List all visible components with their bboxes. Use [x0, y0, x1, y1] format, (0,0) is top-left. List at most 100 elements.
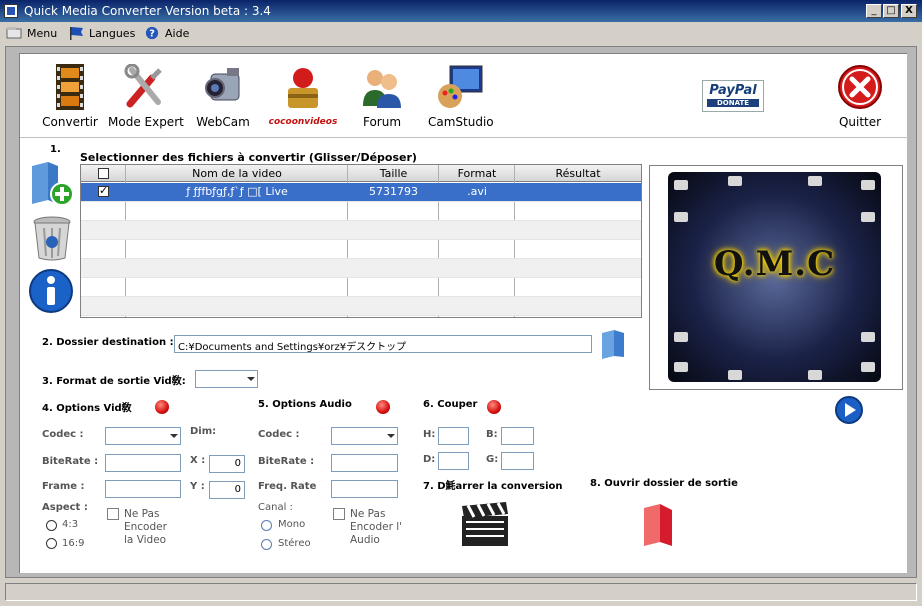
no-encode-video-checkbox[interactable]	[107, 508, 119, 520]
webcam-button[interactable]: WebCam	[192, 64, 254, 129]
cut-d-label: D:	[423, 454, 436, 465]
audio-options-label: 5. Options Audio	[258, 399, 352, 410]
canal-label: Canal :	[258, 502, 293, 513]
column-header-name: Nom de la video	[192, 167, 282, 180]
cut-toggle[interactable]	[487, 400, 501, 414]
no-encode-video-line2: Encoder	[124, 521, 167, 533]
select-all-checkbox[interactable]	[98, 168, 109, 179]
camstudio-button[interactable]: CamStudio	[428, 64, 494, 129]
menu-label-menu: Menu	[27, 26, 58, 40]
chevron-down-icon	[170, 434, 178, 438]
table-row[interactable]: ƒ ƒƒfbƒgƒ‚ƒ`ƒ □[ Live 5731793 .avi	[81, 183, 641, 202]
video-bitrate-label: BiteRate :	[42, 456, 99, 467]
column-header-result: Résultat	[555, 167, 601, 180]
stereo-label: Stéreo	[278, 538, 311, 549]
video-bitrate-input[interactable]	[105, 454, 181, 472]
tools-icon	[124, 63, 162, 108]
convert-label: Convertir	[42, 115, 98, 129]
step1-heading: Selectionner des fichiers à convertir (G…	[80, 151, 417, 164]
video-codec-label: Codec :	[42, 429, 84, 440]
menu-item-menu[interactable]: Menu	[6, 25, 57, 41]
table-row	[81, 240, 641, 259]
stereo-radio[interactable]	[261, 539, 272, 550]
file-list-table[interactable]: Nom de la video Taille Format Résultat ƒ…	[80, 164, 642, 318]
title-bar: Quick Media Converter Version beta : 3.4…	[0, 0, 922, 22]
audio-options-toggle[interactable]	[376, 400, 390, 414]
table-row	[81, 297, 641, 316]
no-encode-audio-line3: Audio	[350, 534, 380, 546]
minimize-button[interactable]: _	[866, 4, 882, 18]
cut-h-input[interactable]	[438, 427, 469, 445]
convert-button[interactable]: Convertir	[40, 64, 100, 129]
dim-label: Dim:	[190, 426, 217, 437]
cocoon-mascot-icon	[288, 68, 318, 108]
expert-mode-button[interactable]: Mode Expert	[108, 63, 184, 129]
audio-codec-select[interactable]	[331, 427, 398, 445]
destination-path-field[interactable]: C:¥Documents and Settings¥orz¥デスクトップ	[174, 335, 592, 353]
app-icon	[4, 4, 18, 18]
dim-y-input[interactable]: 0	[209, 481, 245, 499]
freq-rate-label: Freq. Rate	[258, 481, 317, 492]
camcorder-icon	[205, 68, 240, 101]
aspect-4-3-label: 4:3	[62, 519, 79, 530]
monitor-paint-icon	[438, 65, 483, 108]
menu-label-langues: Langues	[89, 26, 136, 40]
frame-input[interactable]	[105, 480, 181, 498]
video-options-toggle[interactable]	[155, 400, 169, 414]
no-encode-audio-checkbox[interactable]	[333, 508, 345, 520]
freq-rate-input[interactable]	[331, 480, 398, 498]
cut-b-input[interactable]	[501, 427, 534, 445]
row-checkbox[interactable]	[98, 184, 109, 197]
add-files-icon[interactable]	[28, 160, 76, 208]
cocoonvideos-label: cocoonvideos	[268, 117, 338, 127]
browse-folder-icon[interactable]	[600, 329, 628, 359]
forum-label: Forum	[362, 115, 402, 129]
no-encode-audio-line2: Encoder l'	[350, 521, 403, 533]
dim-x-input[interactable]: 0	[209, 455, 245, 473]
info-icon[interactable]	[28, 268, 74, 314]
aspect-16-9-radio[interactable]	[46, 538, 57, 549]
dim-x-label: X :	[190, 455, 206, 466]
no-encode-audio-line1: Ne Pas	[350, 508, 386, 520]
table-row	[81, 221, 641, 240]
cut-g-input[interactable]	[501, 452, 534, 470]
column-header-size: Taille	[379, 167, 408, 180]
frame-label: Frame :	[42, 481, 85, 492]
paypal-donate-button[interactable]: PayPal DONATE	[702, 80, 764, 112]
table-row	[81, 202, 641, 221]
cut-d-input[interactable]	[438, 452, 469, 470]
video-codec-select[interactable]	[105, 427, 181, 445]
expert-mode-label: Mode Expert	[108, 115, 184, 129]
trash-icon[interactable]	[30, 214, 74, 262]
play-icon[interactable]	[834, 395, 864, 425]
menu-label-aide: Aide	[165, 26, 190, 40]
main-panel: Convertir Mode Expert WebCam cocoonvideo…	[5, 46, 917, 578]
output-format-select[interactable]	[195, 370, 258, 388]
red-folder-icon[interactable]	[640, 502, 680, 548]
toolbar-divider	[20, 137, 908, 138]
forum-button[interactable]: Forum	[352, 64, 412, 129]
audio-bitrate-label: BiteRate :	[258, 456, 315, 467]
close-window-button[interactable]: X	[901, 4, 917, 18]
quit-label: Quitter	[838, 115, 882, 129]
menu-item-langues[interactable]: Langues	[68, 25, 135, 41]
cocoonvideos-button[interactable]: cocoonvideos	[268, 64, 338, 127]
step1-number: 1.	[50, 144, 61, 155]
svg-text:?: ?	[149, 29, 155, 40]
maximize-button[interactable]: □	[883, 4, 899, 18]
audio-codec-label: Codec :	[258, 429, 300, 440]
cut-g-label: G:	[486, 454, 499, 465]
aspect-4-3-radio[interactable]	[46, 520, 57, 531]
cut-label: 6. Couper	[423, 399, 478, 410]
video-options-label: 4. Options Vid敎	[42, 403, 132, 414]
quit-button[interactable]: Quitter	[830, 64, 890, 129]
mono-radio[interactable]	[261, 520, 272, 531]
clapperboard-icon[interactable]	[460, 502, 510, 548]
flag-icon	[70, 27, 83, 40]
status-bar	[5, 583, 917, 601]
menu-item-aide[interactable]: ? Aide	[144, 25, 189, 41]
chevron-down-icon	[247, 377, 255, 381]
cell-name: ƒ ƒƒfbƒgƒ‚ƒ`ƒ □[ Live	[186, 185, 288, 198]
qmc-logo: Q.M.C	[668, 172, 881, 382]
audio-bitrate-input[interactable]	[331, 454, 398, 472]
